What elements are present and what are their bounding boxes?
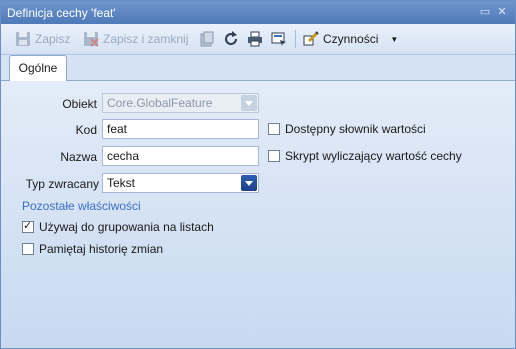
actions-icon [303, 31, 319, 47]
use-grouping-label: Używaj do grupowania na listach [39, 220, 214, 234]
floppy-close-icon [83, 31, 99, 47]
name-label: Nazwa [60, 150, 97, 164]
save-label: Zapisz [35, 32, 71, 46]
save-close-label: Zapisz i zamknij [103, 32, 189, 46]
print-preview-icon [271, 31, 287, 47]
script-checkbox[interactable]: Skrypt wyliczający wartość cechy [268, 149, 462, 163]
script-checkbox-label: Skrypt wyliczający wartość cechy [285, 149, 462, 163]
dictionary-checkbox-box[interactable] [268, 123, 280, 135]
other-properties-heading: Pozostałe właściwości [22, 199, 141, 213]
close-icon[interactable]: ✕ [495, 5, 509, 19]
name-input[interactable]: cecha [102, 146, 259, 166]
save-close-button[interactable]: Zapisz i zamknij [83, 30, 188, 48]
tab-strip: Ogólne [1, 55, 515, 81]
floppy-icon [15, 31, 31, 47]
code-label: Kod [75, 123, 97, 137]
dialog-window: Definicja cechy 'feat' ▭ ✕ Zapisz Zapisz… [0, 0, 516, 349]
dictionary-checkbox-label: Dostępny słownik wartości [285, 122, 426, 136]
remember-history-label: Pamiętaj historię zmian [39, 242, 164, 256]
use-grouping-checkbox-box[interactable] [22, 219, 34, 233]
return-type-label: Typ zwracany [25, 177, 99, 191]
print-button[interactable] [247, 30, 263, 48]
code-input[interactable]: feat [102, 119, 259, 139]
remember-history-checkbox-box[interactable] [22, 243, 34, 255]
actions-menu-button[interactable]: Czynności ▼ [303, 30, 398, 48]
refresh-button[interactable] [223, 30, 239, 48]
window-title: Definicja cechy 'feat' [7, 6, 116, 20]
preview-button[interactable] [271, 30, 287, 48]
return-type-select[interactable]: Tekst [102, 173, 259, 193]
use-grouping-checkbox[interactable]: Używaj do grupowania na listach [22, 219, 214, 234]
remember-history-checkbox[interactable]: Pamiętaj historię zmian [22, 242, 163, 256]
script-checkbox-box[interactable] [268, 150, 280, 162]
printer-icon [247, 31, 263, 47]
tab-general[interactable]: Ogólne [9, 55, 67, 81]
object-label: Obiekt [62, 97, 97, 111]
actions-label: Czynności [323, 32, 379, 46]
general-panel: Obiekt Core.GlobalFeature Kod feat Nazwa… [1, 81, 515, 348]
minimize-icon[interactable]: ▭ [478, 5, 492, 19]
chevron-down-icon[interactable] [241, 175, 257, 191]
object-dropdown-icon [241, 95, 257, 111]
save-button[interactable]: Zapisz [15, 30, 70, 48]
object-value: Core.GlobalFeature [107, 96, 213, 110]
copy-icon [199, 31, 215, 47]
toolbar-separator [295, 30, 296, 48]
dictionary-checkbox[interactable]: Dostępny słownik wartości [268, 122, 426, 136]
chevron-down-icon: ▼ [390, 34, 399, 44]
title-bar[interactable]: Definicja cechy 'feat' ▭ ✕ [1, 1, 515, 24]
toolbar: Zapisz Zapisz i zamknij Czynności ▼ [1, 24, 515, 55]
save-as-button[interactable] [199, 30, 215, 48]
return-type-value: Tekst [107, 176, 136, 190]
code-value: feat [107, 122, 128, 136]
name-value: cecha [107, 149, 140, 163]
object-field: Core.GlobalFeature [102, 93, 259, 113]
refresh-icon [223, 31, 239, 47]
